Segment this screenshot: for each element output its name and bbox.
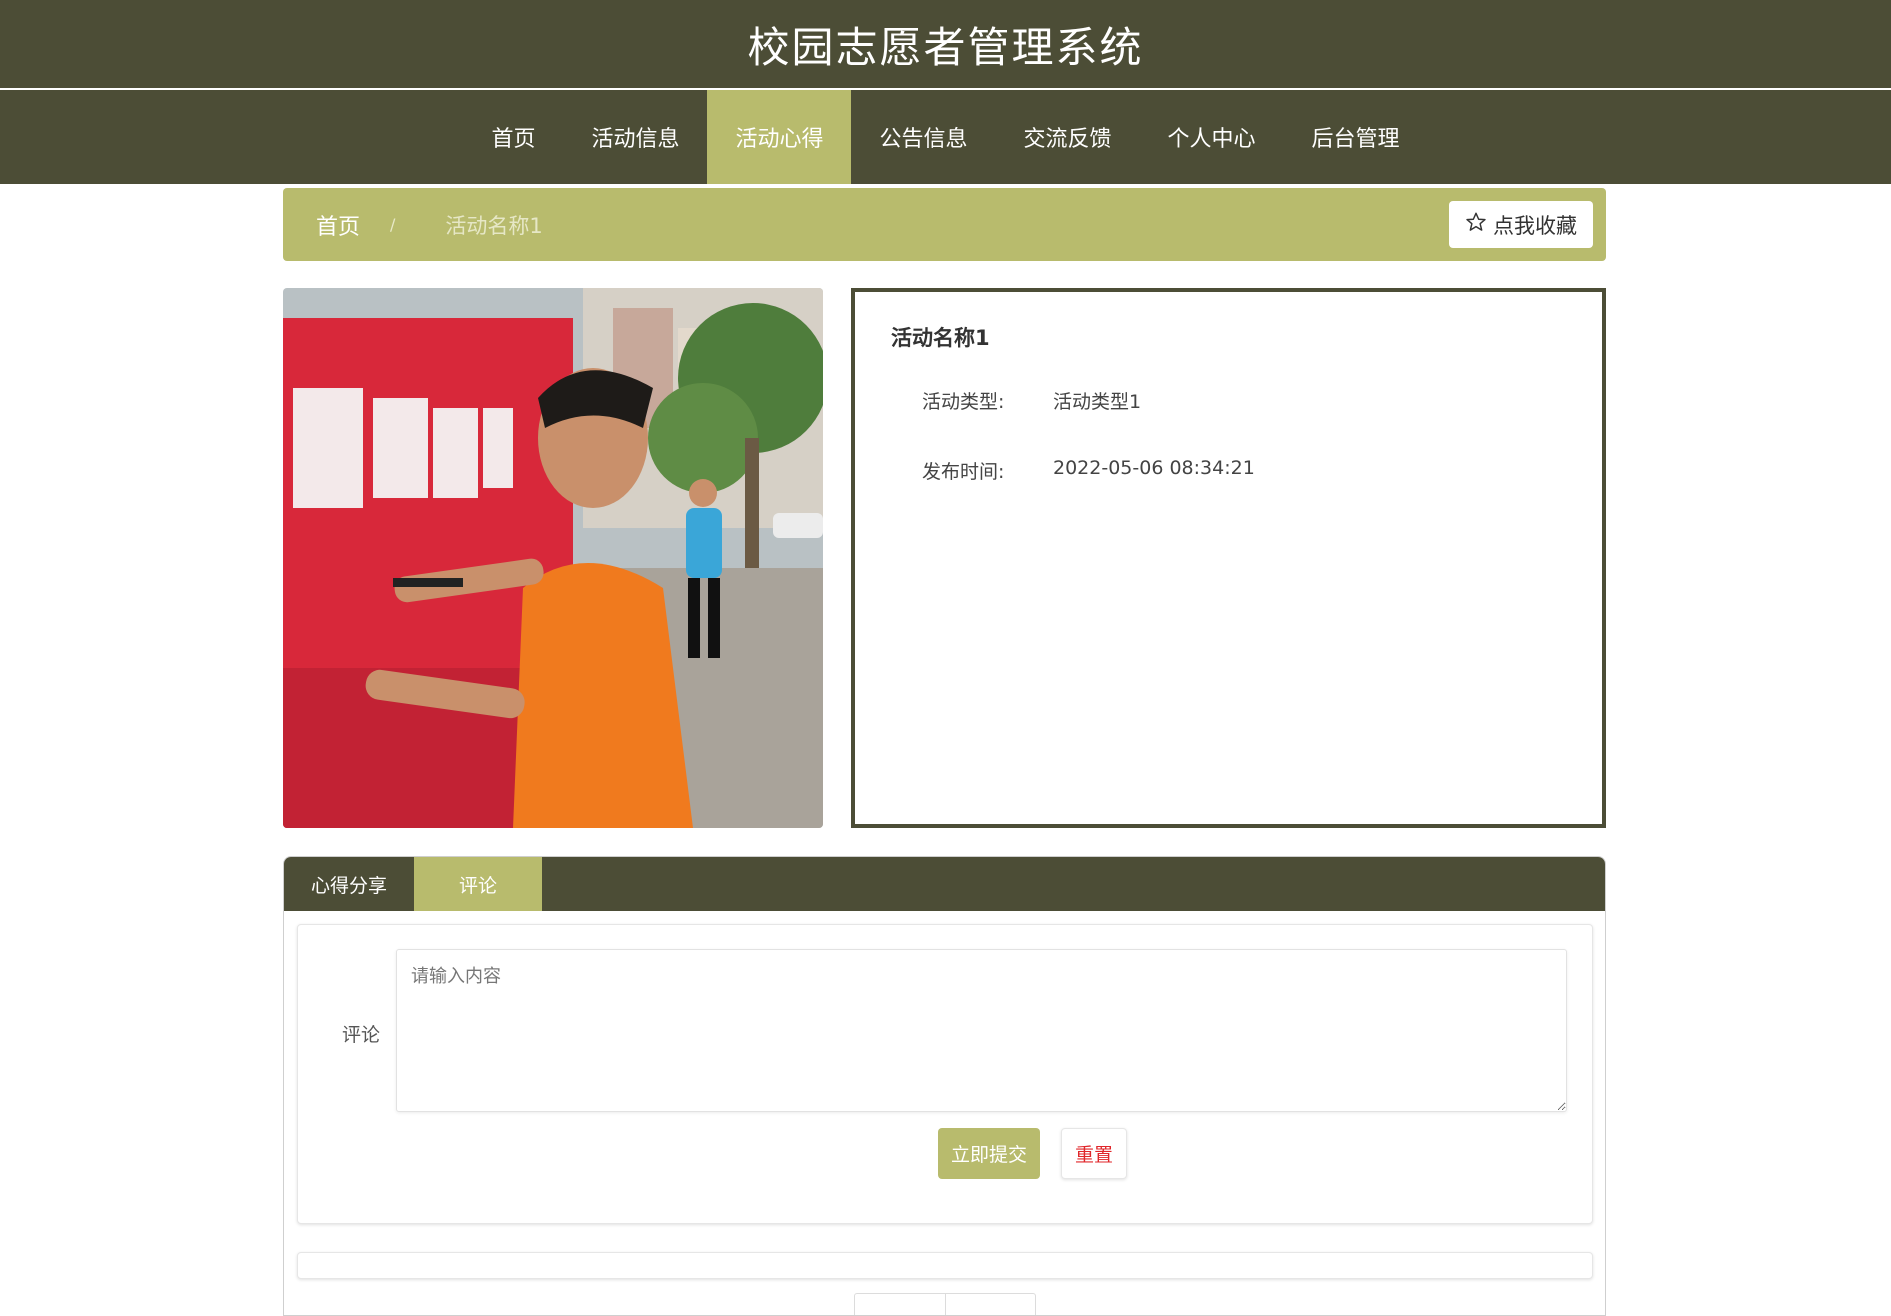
breadcrumb-separator: / [390,215,396,234]
breadcrumb-home-link[interactable]: 首页 [316,209,360,241]
comment-input[interactable] [396,949,1567,1112]
reset-button[interactable]: 重置 [1061,1128,1127,1179]
site-header: 校园志愿者管理系统 [0,0,1891,89]
nav-item-admin[interactable]: 后台管理 [1284,90,1428,184]
activity-detail-box: 活动名称1 活动类型: 活动类型1 发布时间: 2022-05-06 08:34… [851,288,1606,828]
nav-item-activity-experience[interactable]: 活动心得 [707,90,852,184]
breadcrumb-current: 活动名称1 [445,213,543,238]
star-outline-icon [1465,211,1487,238]
activity-title: 活动名称1 [891,326,990,350]
nav-item-personal-center[interactable]: 个人中心 [1140,90,1284,184]
nav-item-home[interactable]: 首页 [463,90,563,184]
favorite-button[interactable]: 点我收藏 [1449,201,1593,248]
comment-field-label: 评论 [342,1024,381,1046]
tab-comments[interactable]: 评论 [414,857,542,911]
site-title: 校园志愿者管理系统 [747,22,1144,72]
publish-time-value: 2022-05-06 08:34:21 [1053,457,1255,479]
breadcrumb: 首页 / 活动名称1 点我收藏 [283,188,1606,261]
publish-time-row: 发布时间: 2022-05-06 08:34:21 [922,457,1255,484]
pagination-prev-button[interactable] [855,1294,946,1315]
pagination-next-button[interactable] [946,1294,1036,1315]
tab-experience-share[interactable]: 心得分享 [284,857,414,911]
activity-photo [283,288,823,828]
comment-list [297,1252,1593,1279]
favorite-label: 点我收藏 [1493,213,1577,238]
activity-type-row: 活动类型: 活动类型1 [922,387,1141,414]
main-nav: 首页 活动信息 活动心得 公告信息 交流反馈 个人中心 后台管理 [0,90,1891,184]
activity-type-label: 活动类型: [922,391,1005,413]
tab-bar: 心得分享 评论 [284,857,1605,911]
comment-form: 评论 立即提交 重置 [297,924,1593,1224]
tabs-panel: 心得分享 评论 评论 立即提交 重置 [283,856,1606,1316]
nav-item-announcements[interactable]: 公告信息 [851,90,995,184]
nav-item-feedback[interactable]: 交流反馈 [996,90,1140,184]
publish-time-label: 发布时间: [922,461,1005,483]
activity-type-value: 活动类型1 [1053,391,1142,413]
nav-item-activity-info[interactable]: 活动信息 [563,90,707,184]
pagination [854,1293,1036,1315]
submit-button[interactable]: 立即提交 [938,1128,1040,1179]
